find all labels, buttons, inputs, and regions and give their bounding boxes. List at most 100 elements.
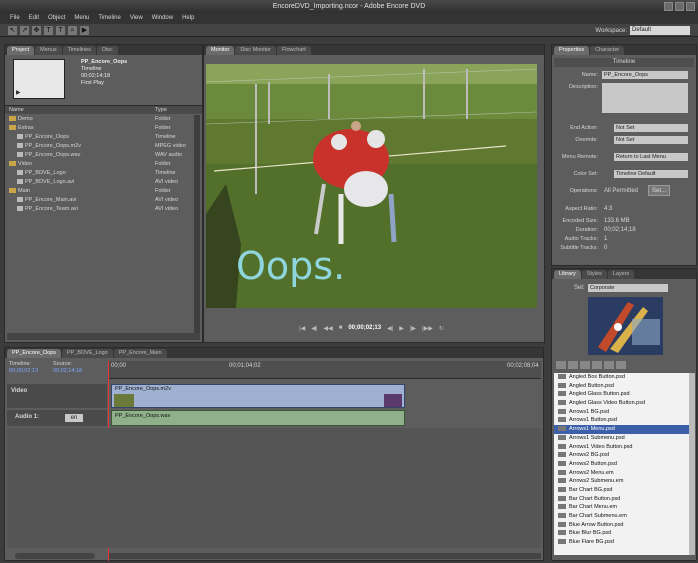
audio-clip[interactable]: PP_Encore_Oops.wav	[111, 410, 405, 426]
tab-menus[interactable]: Menus	[35, 46, 62, 55]
project-item[interactable]: PP_Encore_Oops.m2v	[17, 142, 81, 150]
project-item[interactable]: PP_Encore_Team.avi	[17, 205, 78, 213]
text-tool-icon[interactable]: T	[44, 26, 53, 35]
library-item[interactable]: Arrows1 Submenu.psd	[554, 434, 690, 443]
project-item[interactable]: Demo	[9, 115, 33, 123]
library-item[interactable]: Angled Glass Button.psd	[554, 390, 690, 399]
project-item[interactable]: PP_Encore_Main.avi	[17, 196, 76, 204]
filter-menus-icon[interactable]	[556, 361, 566, 369]
stop-icon[interactable]: ■	[339, 325, 343, 331]
column-type[interactable]: Type	[155, 106, 167, 115]
move-tool-icon[interactable]: ✥	[32, 26, 41, 35]
project-item[interactable]: Main	[9, 187, 30, 195]
override-select[interactable]: Not Set	[614, 136, 688, 144]
project-item[interactable]: PP_BDVE_Logo.avi	[17, 178, 74, 186]
menu-window[interactable]: Window	[152, 13, 173, 24]
filter-images-icon[interactable]	[580, 361, 590, 369]
step-back-icon[interactable]: ◀|	[387, 325, 393, 332]
project-item[interactable]: Extras	[9, 124, 34, 132]
step-forward-icon[interactable]: |▶	[410, 325, 416, 332]
timecode-display[interactable]: 00;00;02;13	[348, 325, 381, 331]
zoom-tool-icon[interactable]: ⌕	[68, 26, 77, 35]
tab-library[interactable]: Library	[554, 270, 581, 279]
filter-shapes-icon[interactable]	[604, 361, 614, 369]
library-item[interactable]: Bar Chart Submenu.em	[554, 512, 690, 521]
tab-styles[interactable]: Styles	[581, 270, 607, 279]
set-select[interactable]: Corporate	[588, 284, 668, 292]
workspace-select[interactable]: Default	[630, 26, 690, 35]
menu-file[interactable]: File	[10, 13, 20, 24]
prev-chapter-icon[interactable]: ◀|	[311, 325, 317, 332]
project-item[interactable]: PP_BDVE_Logo	[17, 169, 66, 177]
project-item[interactable]: PP_Encore_Oops	[17, 133, 69, 141]
tab-flowchart[interactable]: Flowchart	[276, 46, 311, 55]
tab-timeline-logo[interactable]: PP_BDVE_Logo	[62, 349, 113, 358]
menu-timeline[interactable]: Timeline	[98, 13, 120, 24]
library-item[interactable]: Bar Chart Menu.em	[554, 503, 690, 512]
filter-buttons-icon[interactable]	[568, 361, 578, 369]
tab-project[interactable]: Project	[7, 46, 35, 55]
color-set-select[interactable]: Timeline Default	[614, 170, 688, 178]
selection-tool-icon[interactable]: ↖	[8, 26, 17, 35]
tab-disc[interactable]: Disc	[96, 46, 118, 55]
prev-frame-icon[interactable]: ◀◀	[323, 325, 332, 332]
library-item[interactable]: Angled Box Button.psd	[554, 373, 690, 382]
tab-monitor[interactable]: Monitor	[206, 46, 235, 55]
minimize-button[interactable]	[664, 2, 673, 11]
tab-timeline-main[interactable]: PP_Encore_Main	[113, 349, 167, 358]
maximize-button[interactable]	[675, 2, 684, 11]
timeline-scrollbar[interactable]	[109, 553, 541, 559]
set-button[interactable]: Set...	[648, 185, 670, 196]
tab-character[interactable]: Character	[590, 46, 625, 55]
menu-edit[interactable]: Edit	[29, 13, 39, 24]
end-action-select[interactable]: Not Set	[614, 124, 688, 132]
library-item[interactable]: Bar Chart Button.psd	[554, 495, 690, 504]
library-item[interactable]: Arrows1 BG.psd	[554, 408, 690, 417]
menu-object[interactable]: Object	[48, 13, 65, 24]
time-ruler[interactable]: 00;00 00;01;04;02 00;02;08;04	[109, 361, 541, 379]
name-field[interactable]: PP_Encore_Oops	[602, 71, 688, 79]
vertical-text-tool-icon[interactable]: T	[56, 26, 65, 35]
audio-language-select[interactable]: en	[65, 414, 83, 422]
tab-properties[interactable]: Properties	[554, 46, 590, 55]
library-item[interactable]: Blue Arrow Button.psd	[554, 521, 690, 530]
play-icon[interactable]: ▶	[16, 89, 21, 96]
zoom-slider[interactable]	[15, 553, 95, 559]
direct-select-tool-icon[interactable]: ↗	[20, 26, 29, 35]
library-item[interactable]: Arrows1 Button.psd	[554, 416, 690, 425]
tab-timelines[interactable]: Timelines	[62, 46, 96, 55]
column-name[interactable]: Name	[9, 106, 24, 115]
project-item[interactable]: Video	[9, 160, 32, 168]
description-field[interactable]	[602, 83, 688, 113]
menu-view[interactable]: View	[130, 13, 143, 24]
video-clip[interactable]: PP_Encore_Oops.m2v	[111, 384, 405, 408]
preview-tool-icon[interactable]: ▶	[80, 26, 89, 35]
go-to-start-icon[interactable]: |◀	[299, 325, 305, 332]
library-item[interactable]: Arrows2 Submenu.em	[554, 477, 690, 486]
library-item[interactable]: Arrows1 Video Button.psd	[554, 443, 690, 452]
tab-timeline-oops[interactable]: PP_Encore_Oops	[7, 349, 62, 358]
timeline-timecode[interactable]: 00;00;02;13	[9, 368, 38, 375]
library-item[interactable]: Angled Glass Video Button.psd	[554, 399, 690, 408]
library-item[interactable]: Arrows2 Menu.em	[554, 469, 690, 478]
project-item[interactable]: PP_Encore_Oops.wav	[17, 151, 80, 159]
close-button[interactable]	[686, 2, 695, 11]
library-item[interactable]: Arrows1 Menu.psd	[554, 425, 690, 434]
menu-menu[interactable]: Menu	[74, 13, 89, 24]
menu-remote-select[interactable]: Return to Last Menu	[614, 153, 688, 161]
project-scrollbar[interactable]	[194, 115, 200, 335]
library-item[interactable]: Blue Blur BG.psd	[554, 529, 690, 538]
filter-text-icon[interactable]	[592, 361, 602, 369]
library-item[interactable]: Angled Button.psd	[554, 382, 690, 391]
play-button-icon[interactable]: ▶	[399, 325, 404, 332]
tab-layers[interactable]: Layers	[607, 270, 635, 279]
loop-icon[interactable]: ↻	[439, 325, 444, 332]
menu-help[interactable]: Help	[182, 13, 194, 24]
filter-backgrounds-icon[interactable]	[616, 361, 626, 369]
next-chapter-icon[interactable]: |▶▶	[422, 325, 433, 332]
library-item[interactable]: Bar Chart BG.psd	[554, 486, 690, 495]
library-item[interactable]: Arrows2 Button.psd	[554, 460, 690, 469]
tab-disc-monitor[interactable]: Disc Monitor	[235, 46, 276, 55]
library-item[interactable]: Blue Flare BG.psd	[554, 538, 690, 547]
library-item[interactable]: Arrows2 BG.psd	[554, 451, 690, 460]
